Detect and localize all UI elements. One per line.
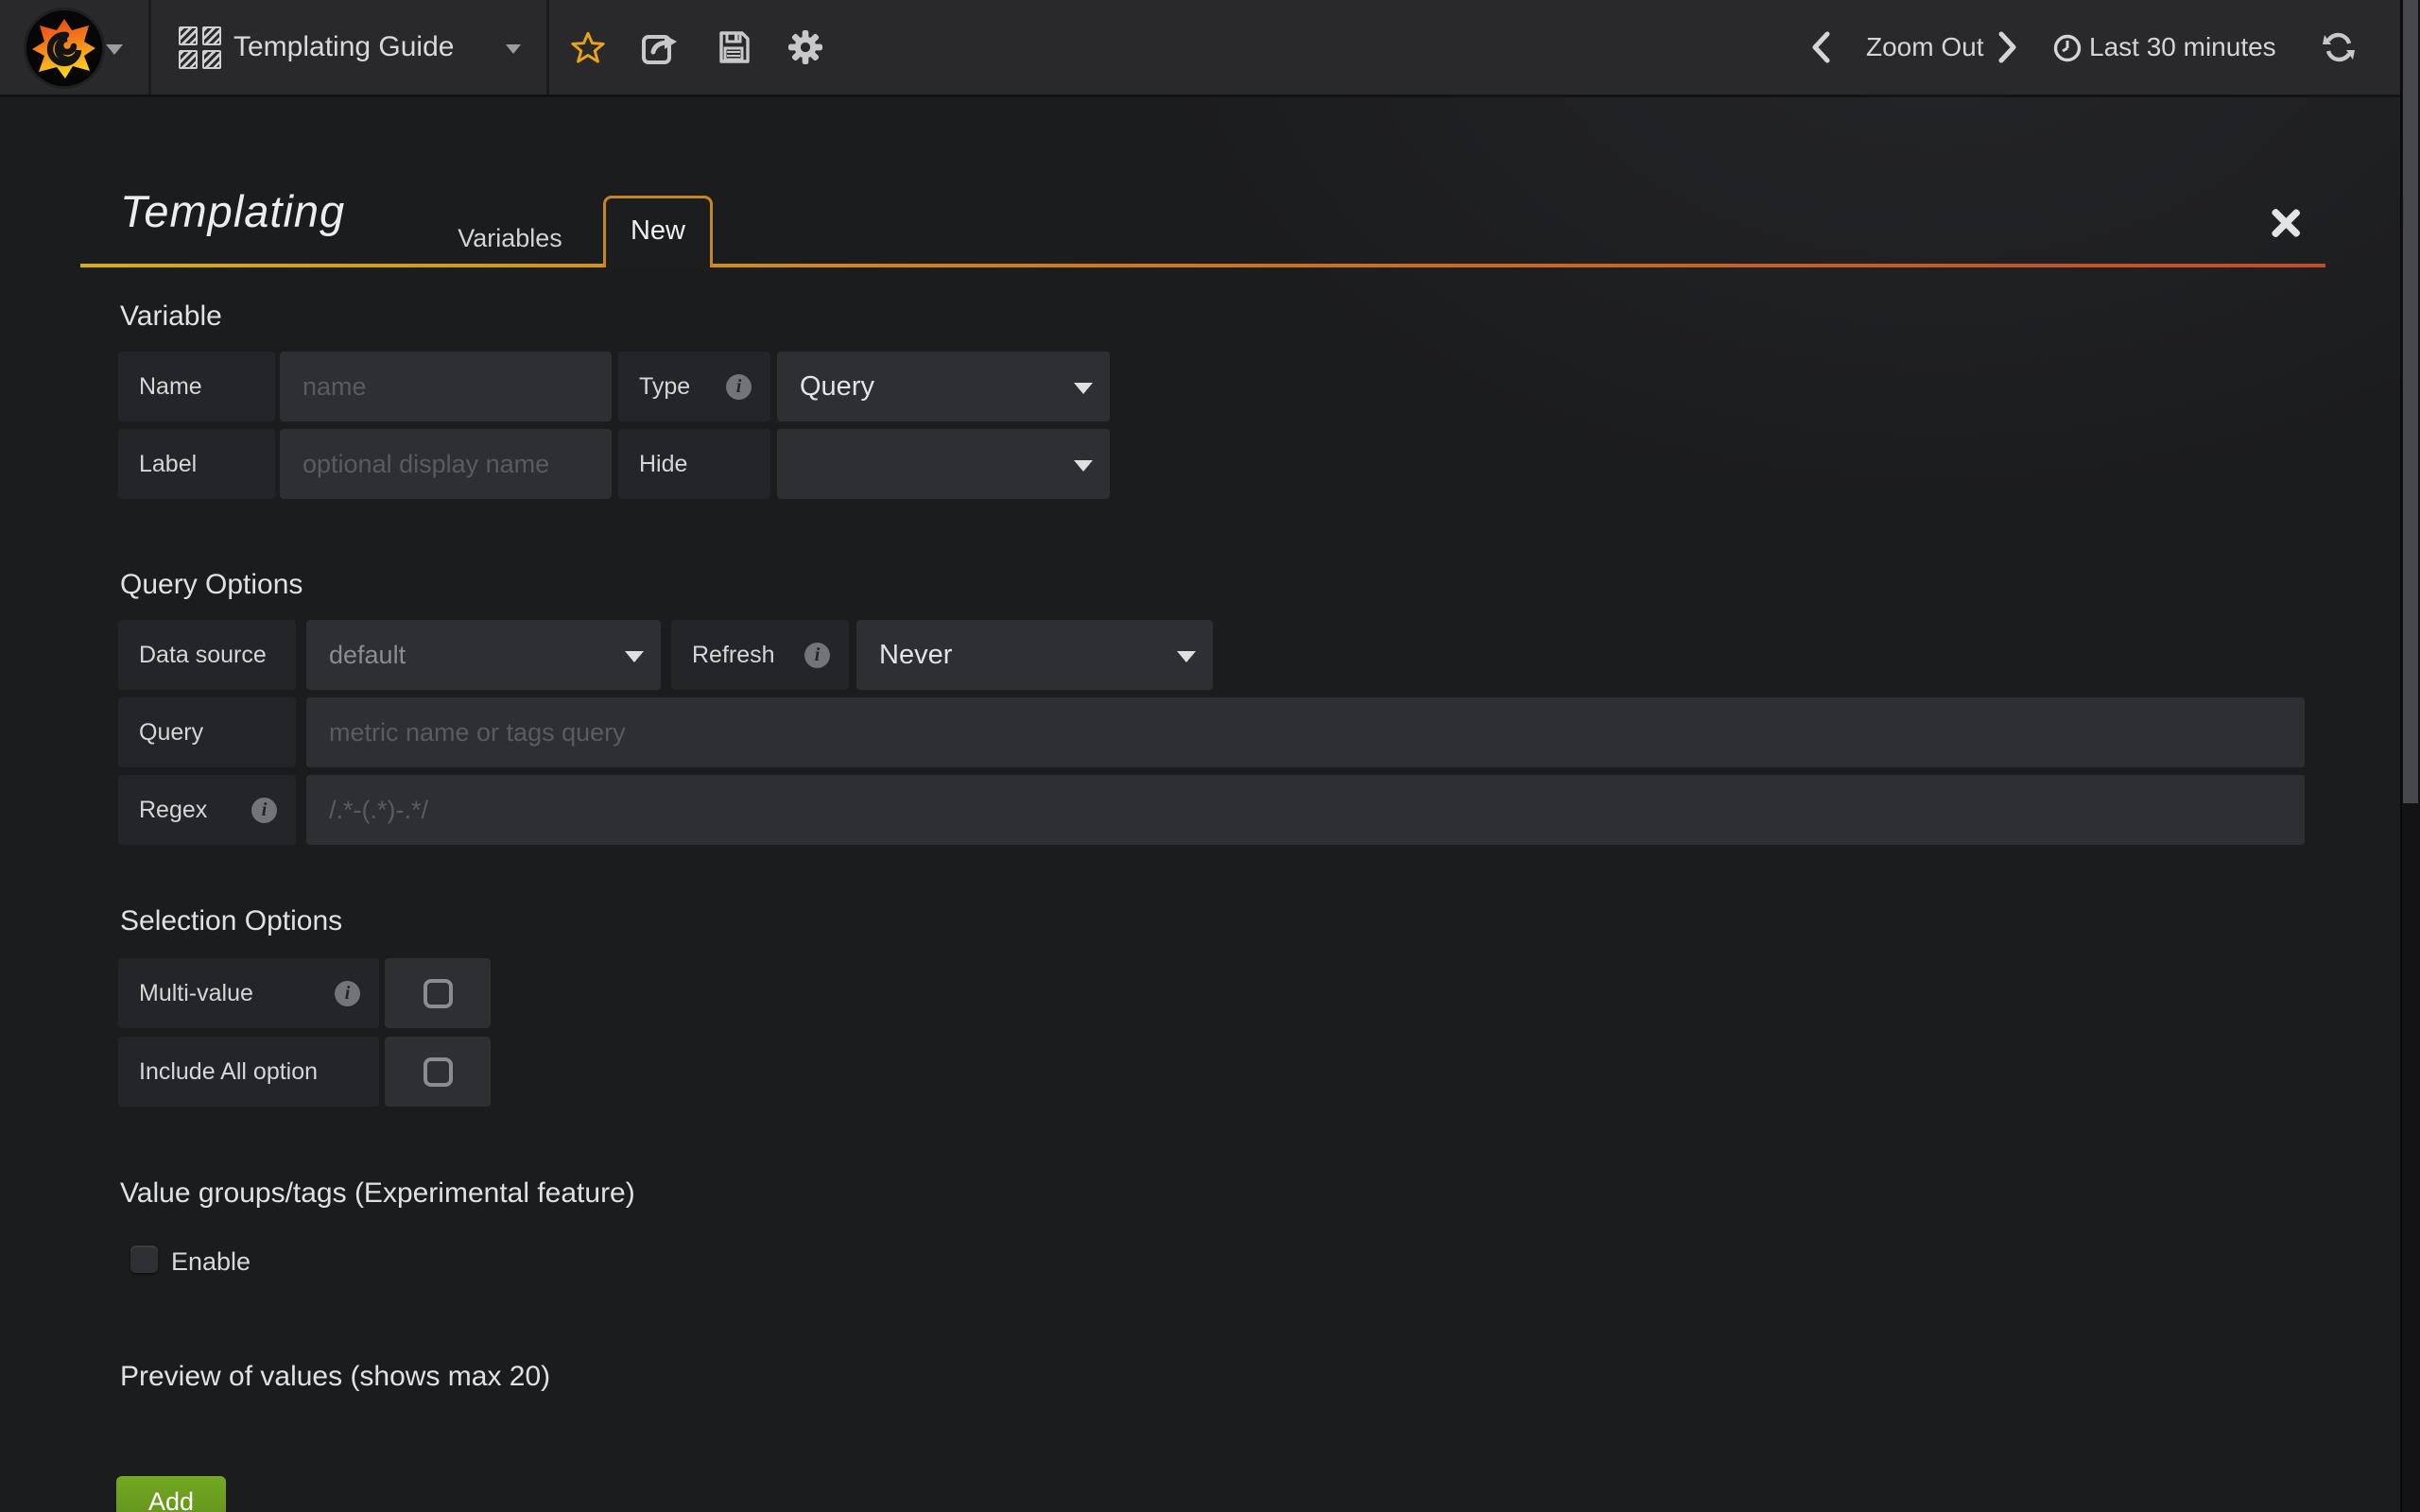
refresh-icon: [2322, 31, 2356, 63]
select-caret-icon: [1074, 383, 1093, 394]
close-icon: [2270, 207, 2302, 239]
info-icon[interactable]: i: [804, 643, 830, 668]
tabs-accent-line: [80, 264, 2325, 267]
checkbox-icon: [424, 1057, 453, 1087]
star-icon: [571, 30, 605, 64]
regex-label: Regex i: [118, 775, 296, 845]
grafana-app: Templating Guide: [0, 0, 2420, 1512]
variable-section-heading: Variable: [120, 301, 222, 333]
settings-button[interactable]: [777, 0, 834, 94]
refresh-button[interactable]: [2310, 0, 2367, 94]
zoom-out-button[interactable]: Zoom Out: [1866, 0, 1983, 94]
info-icon[interactable]: i: [335, 981, 360, 1006]
time-range-button[interactable]: Last 30 minutes: [2089, 0, 2276, 94]
query-options-heading: Query Options: [120, 569, 302, 601]
time-forward-button[interactable]: [1981, 0, 2034, 94]
info-icon[interactable]: i: [251, 798, 277, 823]
info-icon[interactable]: i: [726, 374, 752, 400]
chevron-down-icon: [106, 44, 123, 55]
type-select[interactable]: Query: [777, 352, 1110, 421]
query-input[interactable]: [306, 697, 2305, 767]
include-all-checkbox[interactable]: [385, 1037, 491, 1107]
share-button[interactable]: [631, 0, 688, 94]
dashboard-title-button[interactable]: Templating Guide: [148, 0, 546, 94]
multi-value-checkbox[interactable]: [385, 958, 491, 1028]
share-icon: [641, 29, 679, 65]
regex-input[interactable]: [306, 775, 2305, 845]
select-caret-icon: [1177, 651, 1196, 662]
grafana-logo-icon: [26, 10, 102, 86]
enable-label: Enable: [171, 1247, 251, 1277]
refresh-select[interactable]: Never: [856, 620, 1213, 690]
star-button[interactable]: [560, 0, 616, 94]
chevron-down-icon: [506, 44, 521, 54]
hide-select[interactable]: [777, 429, 1110, 499]
clock-icon: [2053, 34, 2082, 62]
time-back-button[interactable]: [1794, 0, 1847, 94]
navbar-divider: [546, 0, 549, 94]
hide-label: Hide: [618, 429, 770, 499]
value-groups-heading: Value groups/tags (Experimental feature): [120, 1177, 635, 1210]
datasource-select[interactable]: default: [306, 620, 661, 690]
close-button[interactable]: [2265, 202, 2307, 244]
chevron-left-icon: [1810, 31, 1831, 63]
label-label: Label: [118, 429, 275, 499]
page-title: Templating: [120, 185, 345, 237]
top-navbar: Templating Guide: [0, 0, 2420, 97]
chevron-right-icon: [1997, 31, 2018, 63]
preview-heading: Preview of values (shows max 20): [120, 1361, 550, 1393]
grafana-menu-button[interactable]: [0, 0, 148, 94]
datasource-label: Data source: [118, 620, 296, 690]
scrollbar-thumb[interactable]: [2403, 0, 2418, 803]
tab-variables[interactable]: Variables: [427, 212, 593, 265]
add-button[interactable]: Add: [116, 1476, 226, 1512]
select-caret-icon: [625, 651, 644, 662]
include-all-label: Include All option: [118, 1037, 379, 1107]
type-label: Type i: [618, 352, 770, 421]
save-button[interactable]: [705, 0, 762, 94]
enable-checkbox[interactable]: [130, 1246, 158, 1273]
name-label: Name: [118, 352, 275, 421]
query-label: Query: [118, 697, 296, 767]
save-icon: [717, 31, 750, 63]
dashboard-icon: [179, 26, 222, 70]
refresh-label: Refresh i: [671, 620, 849, 690]
label-input[interactable]: [280, 429, 612, 499]
gear-icon: [787, 29, 823, 65]
name-input[interactable]: [280, 352, 612, 421]
select-caret-icon: [1074, 460, 1093, 472]
dashboard-title: Templating Guide: [233, 0, 454, 94]
tab-new[interactable]: New: [603, 196, 713, 267]
selection-options-heading: Selection Options: [120, 905, 342, 937]
multi-value-label: Multi-value i: [118, 958, 379, 1028]
checkbox-icon: [424, 979, 453, 1008]
